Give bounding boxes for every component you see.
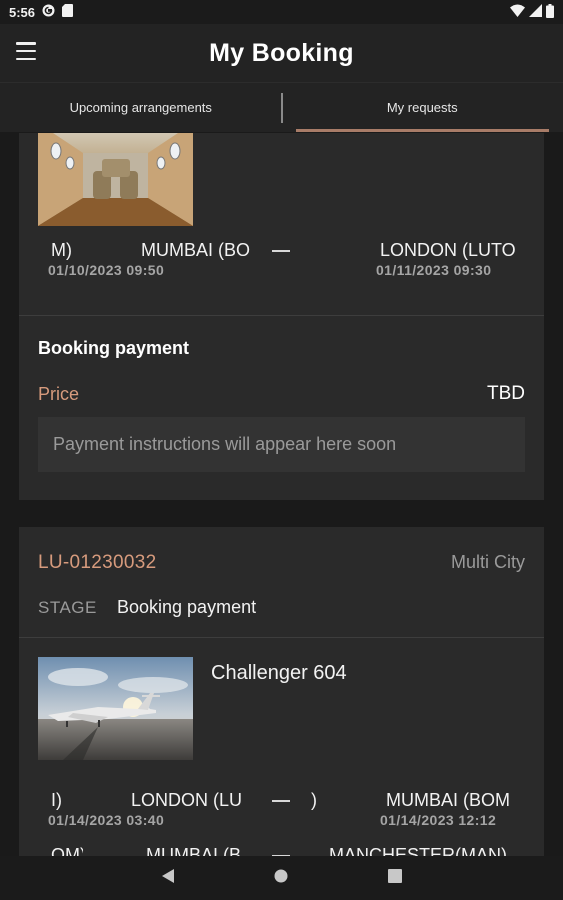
page-title: My Booking: [209, 38, 354, 67]
recents-icon[interactable]: [387, 868, 402, 888]
departure-city-tail: OM): [51, 845, 83, 856]
tab-label: My requests: [386, 100, 458, 115]
arrival-city: MANCHESTER(MAN): [329, 845, 507, 856]
flight-leg: M) MUMBAI (BO 01/10/2023 09:50 LONDON (L…: [19, 240, 544, 284]
departure-city: MUMBAI (BO: [141, 240, 251, 260]
back-icon[interactable]: [161, 868, 174, 888]
price-value: TBD: [487, 383, 525, 404]
departure-city: MUMBAI (B: [146, 845, 242, 856]
app-bar: My Booking: [0, 24, 563, 82]
tab-bar: Upcoming arrangements My requests: [0, 82, 563, 132]
arrival-city-tail: ): [311, 790, 317, 810]
booking-card[interactable]: M) MUMBAI (BO 01/10/2023 09:50 LONDON (L…: [19, 133, 544, 500]
requests-list[interactable]: M) MUMBAI (BO 01/10/2023 09:50 LONDON (L…: [0, 133, 563, 856]
divider: [19, 315, 544, 316]
tab-my-requests[interactable]: My requests: [282, 83, 563, 132]
arrival-city: LONDON (LUTO: [380, 240, 515, 260]
booking-card[interactable]: LU-01230032 Multi City STAGE Booking pay…: [19, 527, 544, 856]
menu-icon[interactable]: [16, 42, 36, 60]
departure-datetime: 01/14/2023 03:40: [48, 812, 165, 828]
status-time: 5:56: [9, 4, 36, 20]
stage-label: STAGE: [38, 598, 97, 617]
google-icon: [42, 4, 55, 20]
flight-leg: OM) MUMBAI (B MANCHESTER(MAN): [19, 845, 544, 856]
battery-icon: [546, 3, 554, 21]
divider: [19, 637, 544, 638]
route-dash: [272, 250, 290, 252]
route-dash: [272, 800, 290, 802]
price-label: Price: [38, 384, 80, 404]
wifi-icon: [510, 4, 525, 20]
arrival-datetime: 01/11/2023 09:30: [376, 262, 492, 278]
system-nav-bar: [0, 856, 563, 900]
home-icon[interactable]: [274, 869, 288, 888]
arrival-datetime: 01/14/2023 12:12: [380, 812, 497, 828]
trip-type: Multi City: [450, 552, 525, 572]
aircraft-exterior-image: [38, 657, 193, 760]
stage-value: Booking payment: [117, 597, 257, 617]
booking-reference[interactable]: LU-01230032: [38, 552, 156, 574]
flight-leg: I) LONDON (LU 01/14/2023 03:40 ) MUMBAI …: [19, 790, 544, 834]
tab-upcoming-arrangements[interactable]: Upcoming arrangements: [0, 83, 282, 132]
signal-icon: [529, 4, 542, 20]
aircraft-model: Challenger 604: [211, 662, 347, 684]
booking-payment-title: Booking payment: [38, 338, 190, 358]
tab-label: Upcoming arrangements: [69, 100, 212, 115]
departure-datetime: 01/10/2023 09:50: [48, 262, 165, 278]
payment-instructions-text: Payment instructions will appear here so…: [53, 434, 397, 454]
aircraft-interior-image: [38, 133, 193, 226]
departure-city-tail: M): [51, 240, 72, 260]
sd-card-icon: [62, 4, 74, 20]
status-bar: 5:56: [0, 0, 563, 24]
arrival-city: MUMBAI (BOM: [386, 790, 510, 810]
departure-city: LONDON (LU: [131, 790, 243, 810]
departure-city-tail: I): [51, 790, 62, 810]
payment-instructions: Payment instructions will appear here so…: [38, 417, 525, 472]
